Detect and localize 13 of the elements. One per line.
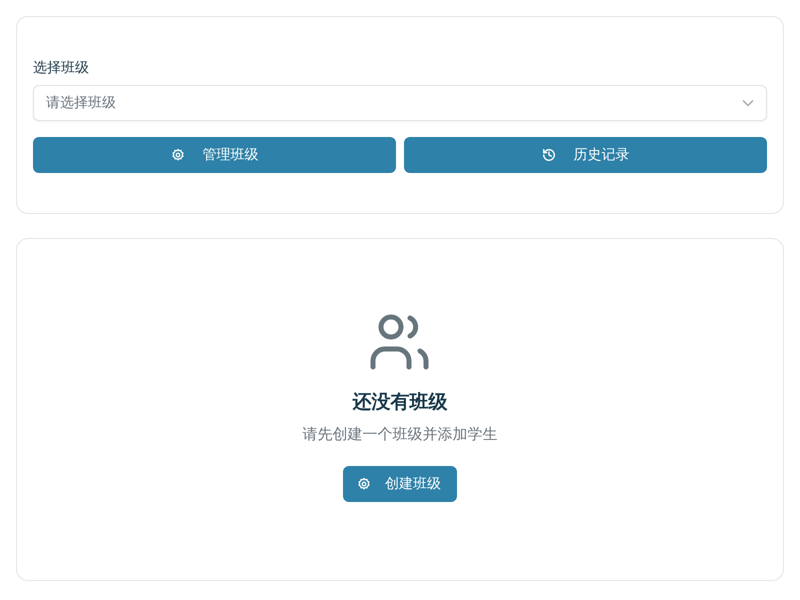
gear-icon xyxy=(357,477,371,491)
gear-icon xyxy=(170,148,184,162)
action-button[interactable]: 管理班级 xyxy=(33,137,396,173)
empty-title: 还没有班级 xyxy=(352,390,448,415)
create-class-button[interactable]: 创建班级 xyxy=(343,466,457,502)
field-label: 选择班级 xyxy=(33,59,90,77)
users-icon xyxy=(369,313,431,371)
history-icon xyxy=(542,148,556,162)
class-select[interactable]: 请选择班级 xyxy=(33,85,767,121)
empty-message: 请先创建一个班级并添加学生 xyxy=(302,425,498,444)
select-placeholder: 请选择班级 xyxy=(46,94,116,112)
chevron-down-icon xyxy=(742,99,754,107)
action-button[interactable]: 历史记录 xyxy=(404,137,767,173)
